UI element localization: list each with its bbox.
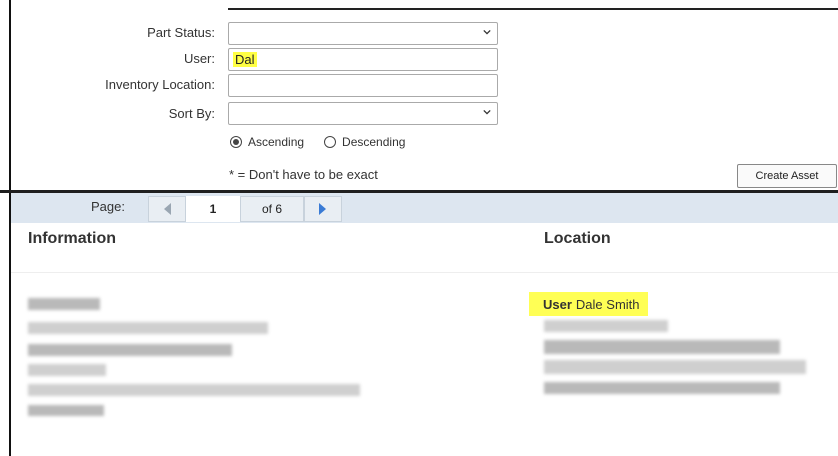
next-page-button[interactable]	[304, 196, 342, 222]
ascending-label: Ascending	[248, 135, 305, 149]
sort-order-group: Ascending Descending	[230, 135, 405, 149]
current-page-input[interactable]: 1	[186, 196, 240, 222]
user-input-value: Dal	[233, 52, 257, 67]
user-input[interactable]: Dal	[228, 48, 498, 71]
caret-left-icon	[164, 203, 171, 215]
descending-radio[interactable]	[324, 136, 337, 148]
location-user-line: User Dale Smith	[529, 292, 648, 316]
part-status-select[interactable]	[228, 22, 498, 45]
caret-right-icon	[319, 203, 326, 215]
top-border	[228, 8, 838, 10]
create-asset-button[interactable]: Create Asset	[737, 164, 837, 188]
descending-label: Descending	[342, 135, 406, 149]
user-label: User:	[183, 51, 215, 66]
previous-page-button[interactable]	[148, 196, 186, 222]
pager-label: Page:	[91, 199, 125, 214]
column-header-location: Location	[544, 230, 611, 247]
inventory-location-label: Inventory Location:	[105, 77, 215, 92]
location-user-value: Dale Smith	[575, 296, 640, 312]
page-count: of 6	[240, 196, 304, 222]
inventory-location-input[interactable]	[228, 74, 498, 97]
header-rule	[11, 272, 838, 273]
search-hint: * = Don't have to be exact	[229, 167, 378, 182]
pager-bar	[11, 193, 838, 223]
sort-by-select[interactable]	[228, 102, 498, 125]
chevron-down-icon	[483, 109, 491, 115]
part-status-label: Part Status:	[147, 25, 215, 40]
chevron-down-icon	[483, 29, 491, 35]
ascending-radio[interactable]	[230, 136, 242, 148]
sort-by-label: Sort By:	[168, 106, 215, 121]
location-user-label: User	[543, 296, 572, 312]
column-header-information: Information	[28, 230, 116, 247]
